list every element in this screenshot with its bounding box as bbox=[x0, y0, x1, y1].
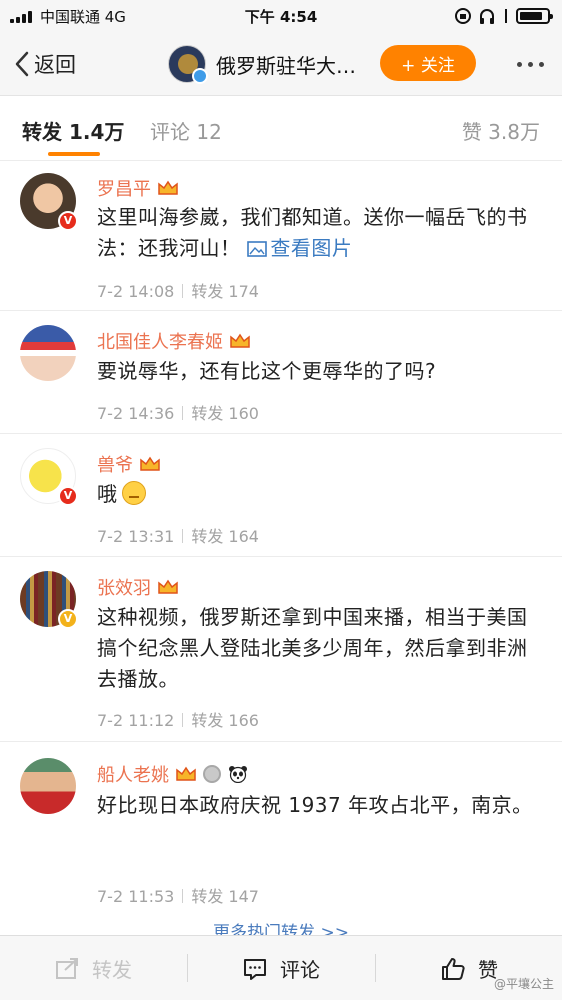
repost-text: 好比现日本政府庆祝 1937 年攻占北平，南京。 bbox=[97, 793, 533, 817]
repost-icon bbox=[56, 957, 78, 979]
author-name[interactable]: 张效羽 bbox=[97, 574, 179, 600]
timestamp: 7-2 14:08 bbox=[97, 282, 175, 301]
author-label: 张效羽 bbox=[97, 578, 151, 599]
repost-meta: 7-2 14:08 转发 174 bbox=[97, 278, 259, 302]
crown-icon bbox=[139, 455, 161, 473]
repost-count[interactable]: 转发 164 bbox=[191, 527, 259, 546]
verified-icon: V bbox=[58, 211, 78, 231]
crown-icon bbox=[157, 179, 179, 197]
tab-indicator bbox=[48, 152, 100, 156]
avatar[interactable]: V bbox=[20, 448, 78, 506]
repost-count[interactable]: 转发 174 bbox=[191, 282, 259, 301]
alarm-icon bbox=[505, 9, 507, 23]
account-avatar[interactable] bbox=[168, 45, 208, 84]
tab-bar: 转发 1.4万 评论 12 赞 3.8万 bbox=[0, 97, 562, 161]
follow-button[interactable]: + 关注 bbox=[380, 45, 476, 81]
more-options-icon[interactable] bbox=[517, 52, 544, 76]
battery-icon bbox=[516, 8, 553, 24]
repost-count[interactable]: 转发 166 bbox=[191, 711, 259, 730]
timestamp: 7-2 13:31 bbox=[97, 527, 175, 546]
account-title: 俄罗斯驻华大… bbox=[216, 53, 356, 78]
crown-icon bbox=[157, 578, 179, 596]
repost-count[interactable]: 转发 147 bbox=[191, 887, 259, 906]
like-button[interactable]: 赞 bbox=[440, 936, 498, 1000]
repost-text: 要说辱华，还有比这个更辱华的了吗? bbox=[97, 359, 437, 383]
chevron-left-icon bbox=[15, 51, 29, 77]
bottom-action-bar: 转发 评论 赞 bbox=[0, 935, 562, 1000]
medal-icon bbox=[203, 765, 221, 783]
panda-icon bbox=[227, 765, 249, 784]
repost-meta: 7-2 11:53 转发 147 bbox=[97, 883, 259, 907]
list-item[interactable]: V 罗昌平 这里叫海参崴，我们都知道。送你一幅岳飞的书法：还我河山！ 查看图片 … bbox=[0, 161, 562, 311]
list-item[interactable]: V 兽爷 哦 7-2 13:31 转发 164 bbox=[0, 434, 562, 557]
repost-text: 这种视频，俄罗斯还拿到中国来播，相当于美国搞个纪念黑人登陆北美多少周年，然后拿到… bbox=[97, 605, 528, 691]
repost-meta: 7-2 14:36 转发 160 bbox=[97, 400, 259, 424]
author-name[interactable]: 船人老姚 bbox=[97, 761, 249, 787]
avatar[interactable] bbox=[20, 758, 76, 814]
watermark: @平壤公主 bbox=[493, 977, 554, 991]
nav-bar: 返回 俄罗斯驻华大… + 关注 bbox=[0, 32, 562, 96]
author-name[interactable]: 北国佳人李春姬 bbox=[97, 328, 251, 354]
crown-icon bbox=[229, 332, 251, 350]
account-header[interactable]: 俄罗斯驻华大… bbox=[168, 44, 356, 84]
comment-icon bbox=[244, 958, 266, 980]
verified-icon bbox=[192, 68, 208, 84]
author-name[interactable]: 罗昌平 bbox=[97, 175, 179, 201]
verified-icon: V bbox=[58, 609, 78, 629]
author-name[interactable]: 兽爷 bbox=[97, 451, 161, 477]
image-icon bbox=[247, 241, 268, 257]
divider bbox=[375, 954, 376, 982]
view-picture-link[interactable]: 查看图片 bbox=[247, 236, 352, 260]
divider bbox=[187, 954, 188, 982]
emoji-icon bbox=[121, 481, 146, 505]
back-label: 返回 bbox=[34, 53, 76, 77]
view-picture-label: 查看图片 bbox=[270, 236, 353, 260]
avatar[interactable] bbox=[20, 325, 76, 381]
status-bar: 中国联通 4G 下午 4:54 bbox=[0, 0, 562, 32]
author-label: 兽爷 bbox=[97, 455, 133, 476]
repost-button[interactable]: 转发 bbox=[54, 936, 132, 1000]
list-item[interactable]: 船人老姚 好比现日本政府庆祝 1937 年攻占北平，南京。 7-2 11:53 转… bbox=[0, 742, 562, 906]
thumbs-up-icon bbox=[442, 957, 465, 980]
timestamp: 7-2 14:36 bbox=[97, 404, 175, 423]
timestamp: 7-2 11:12 bbox=[97, 711, 175, 730]
list-item[interactable]: V 张效羽 这种视频，俄罗斯还拿到中国来播，相当于美国搞个纪念黑人登陆北美多少周… bbox=[0, 557, 562, 742]
crown-icon bbox=[175, 765, 197, 783]
author-label: 罗昌平 bbox=[97, 179, 151, 200]
repost-meta: 7-2 11:12 转发 166 bbox=[97, 707, 259, 731]
back-button[interactable]: 返回 bbox=[14, 46, 76, 82]
headphones-icon bbox=[480, 9, 494, 24]
tab-repost[interactable]: 转发 1.4万 bbox=[22, 116, 124, 145]
verified-icon: V bbox=[58, 486, 78, 506]
list-item[interactable]: 北国佳人李春姬 要说辱华，还有比这个更辱华的了吗? 7-2 14:36 转发 16… bbox=[0, 311, 562, 434]
rotation-lock-icon bbox=[455, 8, 471, 24]
avatar[interactable]: V bbox=[20, 173, 78, 231]
repost-meta: 7-2 13:31 转发 164 bbox=[97, 523, 259, 547]
repost-text-content: 哦 bbox=[97, 482, 118, 506]
repost-button-label: 转发 bbox=[92, 958, 132, 982]
author-label: 北国佳人李春姬 bbox=[97, 332, 223, 353]
status-icons bbox=[454, 6, 553, 26]
repost-text: 哦 bbox=[97, 479, 537, 510]
repost-count[interactable]: 转发 160 bbox=[191, 404, 259, 423]
author-label: 船人老姚 bbox=[97, 765, 169, 786]
repost-list: V 罗昌平 这里叫海参崴，我们都知道。送你一幅岳飞的书法：还我河山！ 查看图片 … bbox=[0, 161, 562, 906]
tab-comment[interactable]: 评论 12 bbox=[150, 116, 222, 145]
timestamp: 7-2 11:53 bbox=[97, 887, 175, 906]
avatar[interactable]: V bbox=[20, 571, 78, 629]
repost-text: 这里叫海参崴，我们都知道。送你一幅岳飞的书法：还我河山！ 查看图片 bbox=[97, 202, 537, 264]
tab-likes[interactable]: 赞 3.8万 bbox=[462, 116, 540, 145]
comment-button-label: 评论 bbox=[280, 958, 320, 982]
comment-button[interactable]: 评论 bbox=[242, 936, 320, 1000]
